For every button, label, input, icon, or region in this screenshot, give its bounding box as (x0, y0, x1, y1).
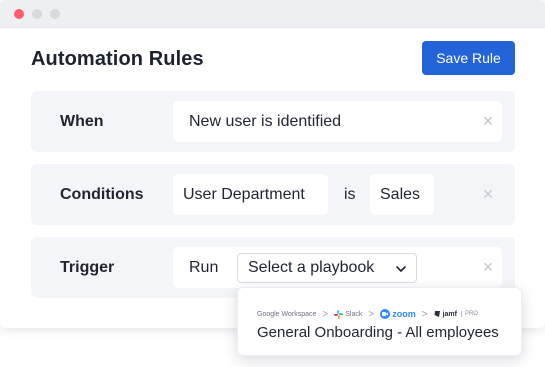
close-icon[interactable]: × (478, 91, 498, 152)
jamf-pro-text: PRO (460, 311, 478, 317)
jamf-icon (434, 311, 440, 317)
google-workspace-logo: Google Workspace (257, 311, 316, 318)
zoom-text: zoom (392, 309, 416, 319)
window-titlebar (0, 0, 545, 28)
when-label: When (60, 112, 104, 130)
condition-operator: is (344, 185, 356, 203)
trigger-label: Trigger (60, 258, 115, 276)
slack-icon (334, 309, 344, 319)
condition-value-select[interactable]: Sales (370, 174, 434, 215)
window-minimize-dot[interactable] (32, 8, 42, 19)
jamf-text: jamf (442, 310, 457, 318)
integration-logos: Google Workspace > Slack > zoom > jamf P… (257, 307, 478, 321)
trigger-action-text: Run (189, 258, 219, 276)
chevron-down-icon (396, 266, 406, 272)
playbook-select-text: Select a playbook (248, 259, 375, 276)
chevron-right-icon: > (421, 308, 428, 320)
playbook-option[interactable]: Google Workspace > Slack > zoom > jamf P… (237, 287, 522, 356)
rule-row-conditions: Conditions User Department is Sales × (31, 164, 515, 225)
playbook-select[interactable]: Select a playbook (237, 253, 417, 283)
window-maximize-dot[interactable] (50, 8, 60, 19)
playbook-option-title: General Onboarding - All employees (257, 324, 499, 341)
when-value-field[interactable]: New user is identified (173, 101, 502, 142)
condition-field-text: User Department (183, 185, 305, 203)
chevron-right-icon: > (368, 308, 375, 320)
condition-value-text: Sales (380, 185, 421, 203)
close-icon[interactable]: × (478, 164, 498, 225)
jamf-pro-logo: jamf PRO (434, 310, 478, 318)
when-value-text: New user is identified (189, 112, 342, 130)
slack-text: Slack (345, 310, 363, 318)
rule-row-when: When New user is identified × (31, 91, 515, 152)
chevron-right-icon: > (322, 308, 329, 320)
zoom-icon (380, 309, 391, 319)
conditions-label: Conditions (60, 185, 144, 203)
save-rule-button[interactable]: Save Rule (422, 41, 515, 75)
page-title: Automation Rules (31, 48, 204, 70)
window-close-dot[interactable] (14, 8, 24, 19)
zoom-logo: zoom (380, 309, 416, 319)
app-window: Automation Rules Save Rule When New user… (0, 0, 545, 328)
trigger-action-field: Run Select a playbook (173, 247, 502, 288)
slack-logo: Slack (334, 309, 363, 319)
condition-field-select[interactable]: User Department (173, 174, 328, 215)
google-workspace-text: Google Workspace (257, 310, 317, 318)
